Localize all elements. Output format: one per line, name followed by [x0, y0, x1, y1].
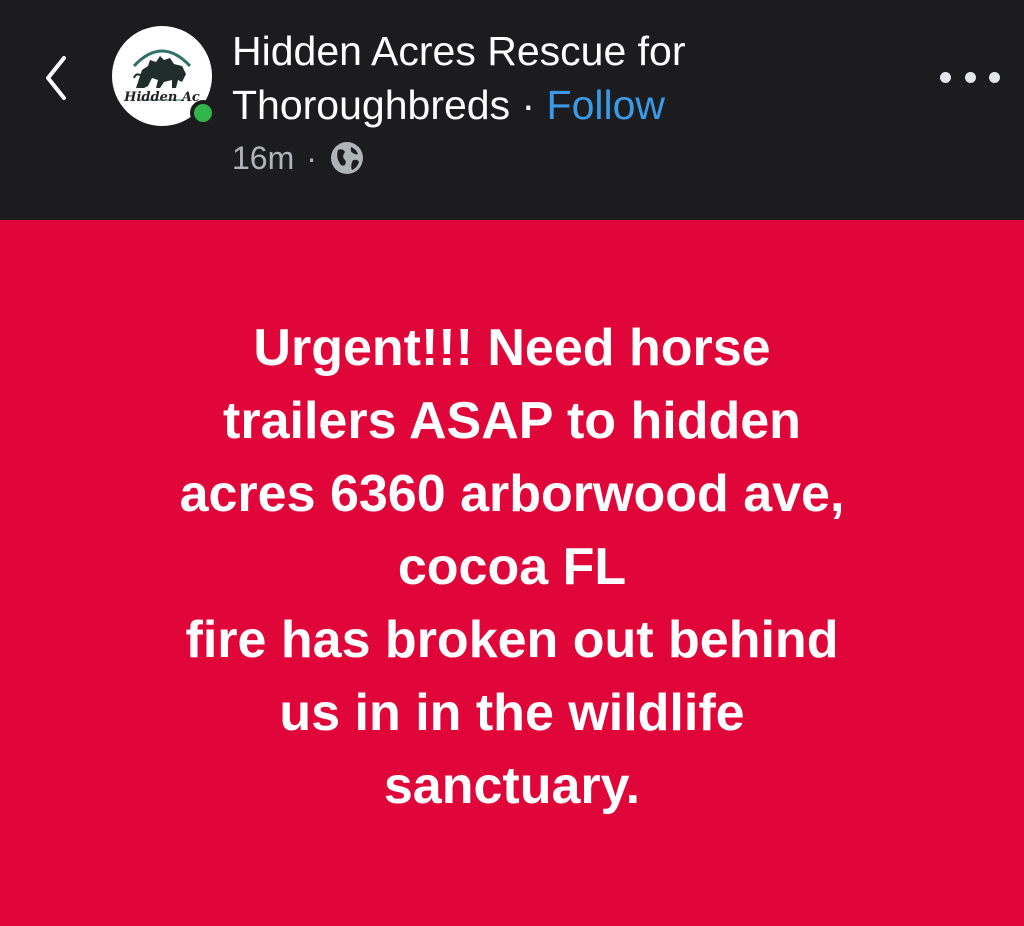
page-name-line1[interactable]: Hidden Acres Rescue for [232, 28, 686, 74]
post-text-line: fire has broken out behind [185, 611, 839, 669]
more-options-icon-dot [964, 71, 976, 83]
page-name-line2[interactable]: Thoroughbreds [232, 82, 510, 128]
post-text-line: sanctuary. [383, 757, 641, 815]
post-text-line: acres 6360 arborwood ave, [179, 465, 845, 523]
more-options-icon [940, 71, 951, 83]
online-status-dot [190, 100, 216, 126]
page-avatar[interactable]: Hidden Ac [112, 26, 216, 126]
post-meta: 16m · [232, 136, 365, 180]
globe-icon[interactable] [329, 140, 365, 176]
post-header: Hidden Ac Hidden Acres Rescue for Thorou… [0, 0, 1024, 220]
more-options-icon-dot [989, 71, 1000, 83]
chevron-left-icon [46, 56, 66, 100]
post-background[interactable]: Urgent!!! Need horse trailers ASAP to hi… [0, 220, 1024, 926]
follow-button[interactable]: Follow [547, 82, 665, 128]
meta-separator: · [306, 139, 317, 176]
post-text-line: trailers ASAP to hidden [223, 392, 801, 450]
page-name: Hidden Acres Rescue for Thoroughbreds · … [232, 24, 872, 132]
post-text-line: Urgent!!! Need horse [253, 319, 771, 377]
post-text-line: us in in the wildlife [279, 684, 745, 742]
back-button[interactable] [36, 50, 76, 106]
post-text-line: cocoa FL [397, 538, 627, 596]
post-text: Urgent!!! Need horse trailers ASAP to hi… [40, 312, 984, 823]
more-options-button[interactable] [940, 62, 1000, 92]
post-timestamp[interactable]: 16m [232, 140, 294, 177]
follow-separator: · [521, 82, 536, 128]
